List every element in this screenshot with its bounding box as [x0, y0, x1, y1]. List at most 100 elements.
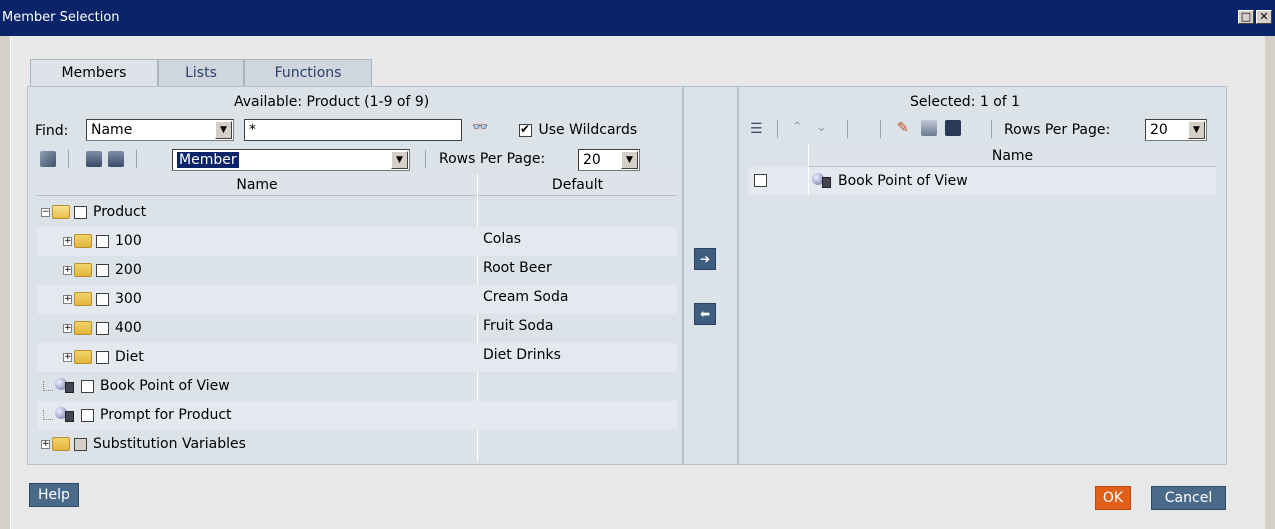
toolbar-separator: [136, 150, 137, 168]
tab-functions[interactable]: Functions: [244, 59, 372, 87]
selected-panel: [738, 86, 1227, 465]
row-default: Colas: [483, 231, 522, 247]
selected-column-header-name[interactable]: Name: [809, 145, 1216, 167]
tree-row[interactable]: Prompt for Product: [37, 401, 677, 430]
row-default: Fruit Soda: [483, 318, 554, 334]
expand-icon[interactable]: +: [63, 294, 72, 304]
row-checkbox[interactable]: [74, 205, 87, 219]
tree-row[interactable]: + Substitution Variables: [37, 430, 677, 459]
collapse-all-icon[interactable]: [108, 151, 124, 167]
row-name: 300: [115, 291, 142, 307]
selected-row-checkbox[interactable]: [754, 174, 767, 187]
row-checkbox[interactable]: [96, 292, 109, 306]
toolbar-separator: [777, 120, 778, 138]
selected-rows-per-page-select[interactable]: 20 ▼: [1145, 119, 1207, 141]
move-down-icon[interactable]: ⌄: [816, 120, 832, 136]
properties-icon[interactable]: [40, 151, 56, 167]
row-name: Book Point of View: [100, 378, 230, 394]
rows-per-page-value: 20: [583, 152, 601, 168]
tree-row[interactable]: + 300 Cream Soda: [37, 285, 677, 314]
selected-heading: Selected: 1 of 1: [910, 94, 1021, 110]
use-wildcards-checkbox[interactable]: [519, 122, 532, 137]
row-default: Root Beer: [483, 260, 552, 276]
row-checkbox[interactable]: [74, 437, 87, 451]
tree-row[interactable]: + 100 Colas: [37, 227, 677, 256]
collapse-icon[interactable]: −: [41, 207, 50, 217]
selected-row[interactable]: Book Point of View: [748, 167, 1216, 195]
view-select[interactable]: Member ▼: [172, 149, 410, 171]
folder-icon: [74, 263, 92, 277]
expand-icon[interactable]: +: [63, 323, 72, 333]
row-checkbox[interactable]: [81, 408, 94, 422]
find-field-select[interactable]: Name ▼: [86, 119, 234, 141]
expand-icon[interactable]: +: [41, 439, 50, 449]
move-panel: [683, 86, 738, 465]
tree-row[interactable]: Book Point of View: [37, 372, 677, 401]
view-select-value: Member: [177, 152, 239, 168]
rows-per-page-value: 20: [1150, 122, 1168, 138]
tab-lists[interactable]: Lists: [158, 59, 244, 87]
toolbar-separator: [880, 120, 881, 138]
window-title: Member Selection: [2, 10, 120, 25]
rows-per-page-select[interactable]: 20 ▼: [578, 149, 640, 171]
tree-connector: [43, 381, 53, 391]
tree-row[interactable]: + Diet Diet Drinks: [37, 343, 677, 372]
remove-from-selected-button[interactable]: ⬅: [694, 303, 716, 325]
tree-row[interactable]: + 400 Fruit Soda: [37, 314, 677, 343]
chevron-down-icon: ▼: [215, 121, 232, 139]
expand-icon[interactable]: +: [63, 352, 72, 362]
row-checkbox[interactable]: [96, 263, 109, 277]
tree-row[interactable]: + 200 Root Beer: [37, 256, 677, 285]
use-wildcards[interactable]: Use Wildcards: [519, 122, 637, 138]
expand-icon[interactable]: +: [63, 265, 72, 275]
edit-pencil-icon[interactable]: ✎: [897, 120, 913, 136]
chevron-down-icon: ▼: [621, 151, 638, 169]
row-checkbox[interactable]: [96, 321, 109, 335]
add-to-selected-button[interactable]: ➔: [694, 248, 716, 270]
cancel-button[interactable]: Cancel: [1151, 486, 1226, 510]
ok-button[interactable]: OK: [1095, 486, 1131, 510]
expand-icon[interactable]: +: [63, 236, 72, 246]
row-default: Diet Drinks: [483, 347, 561, 363]
copy-icon[interactable]: [921, 120, 937, 136]
chevron-down-icon: ▼: [1188, 121, 1205, 139]
row-checkbox[interactable]: [96, 234, 109, 248]
point-of-view-icon: [55, 407, 77, 423]
available-heading: Available: Product (1-9 of 9): [234, 94, 430, 110]
row-name: Diet: [115, 349, 144, 365]
folder-icon: [74, 350, 92, 364]
search-input[interactable]: *: [244, 119, 462, 141]
row-name: 100: [115, 233, 142, 249]
column-header-name[interactable]: Name: [37, 174, 477, 196]
row-name: Prompt for Product: [100, 407, 232, 423]
tree-row[interactable]: − Product: [37, 198, 677, 227]
point-of-view-icon: [55, 378, 77, 394]
maximize-button[interactable]: □: [1238, 10, 1254, 24]
selected-rows-per-page-label: Rows Per Page:: [1004, 122, 1111, 138]
row-name: Product: [93, 204, 147, 220]
row-checkbox[interactable]: [81, 379, 94, 393]
folder-icon: [52, 437, 70, 451]
find-field-value: Name: [91, 122, 133, 138]
help-button[interactable]: Help: [29, 483, 79, 507]
toolbar-separator: [991, 120, 992, 138]
folder-icon: [74, 321, 92, 335]
row-default: Cream Soda: [483, 289, 569, 305]
move-up-icon[interactable]: ⌃: [792, 120, 808, 136]
binoculars-search-icon[interactable]: 👓: [472, 120, 488, 136]
expand-all-icon[interactable]: [86, 151, 102, 167]
row-checkbox[interactable]: [96, 350, 109, 364]
use-wildcards-label: Use Wildcards: [538, 122, 638, 138]
toolbar-separator: [425, 150, 426, 168]
toolbar-separator: [847, 120, 848, 138]
column-divider: [808, 145, 809, 195]
options-menu-icon[interactable]: ☰: [750, 121, 766, 137]
column-header-default[interactable]: Default: [478, 174, 677, 196]
row-name: 400: [115, 320, 142, 336]
save-icon[interactable]: [945, 120, 961, 136]
title-bar: Member Selection □ ✕: [0, 0, 1275, 36]
tab-label: Functions: [274, 65, 342, 81]
close-button[interactable]: ✕: [1256, 10, 1272, 24]
tab-members[interactable]: Members: [30, 59, 158, 87]
tab-label: Lists: [185, 65, 217, 81]
